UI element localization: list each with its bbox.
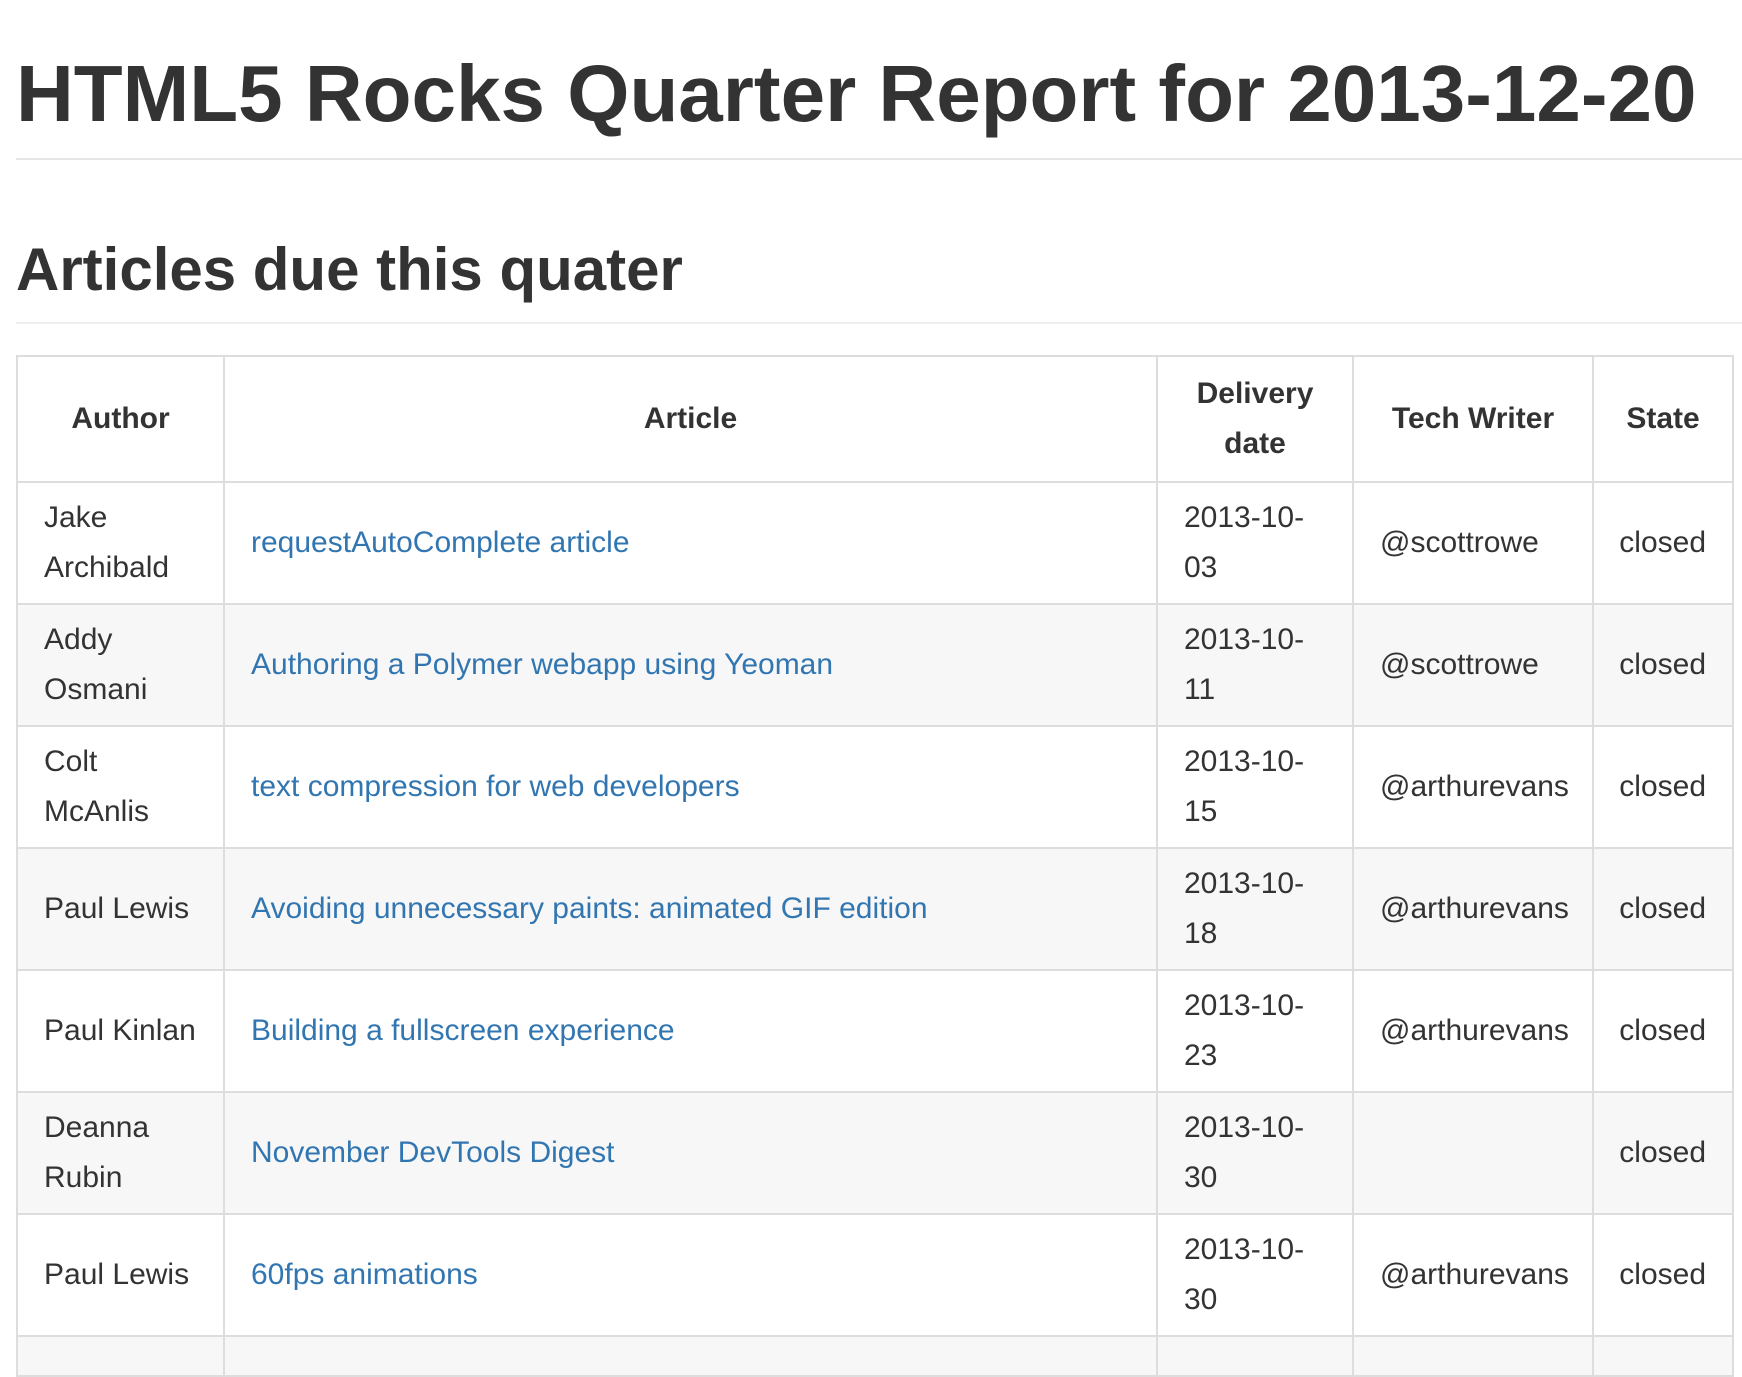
tech-writer-cell: @arthurevans xyxy=(1352,1213,1594,1337)
date-line1: 2013-10- xyxy=(1184,1233,1305,1266)
date-line2: 30 xyxy=(1184,1283,1218,1316)
delivery-date-cell: 2013-10- 11 xyxy=(1156,603,1354,727)
tech-writer-cell: @scottrowe xyxy=(1352,603,1594,727)
date-line2: 15 xyxy=(1184,795,1218,828)
table-row: Paul Kinlan Building a fullscreen experi… xyxy=(16,969,1734,1093)
article-link[interactable]: 60fps animations xyxy=(251,1258,478,1291)
state-cell: closed xyxy=(1592,1213,1734,1337)
date-line1: 2013-10- xyxy=(1184,501,1305,534)
section-title: Articles due this quater xyxy=(16,236,683,303)
tech-writer-cell: @scottrowe xyxy=(1352,481,1594,605)
tech-writer-cell: @arthurevans xyxy=(1352,725,1594,849)
date-line2: 18 xyxy=(1184,917,1218,950)
author-name-line1: Colt xyxy=(44,745,98,778)
table-row: Paul Lewis 60fps animations 2013-10- 30 … xyxy=(16,1213,1734,1337)
author-cell-empty xyxy=(16,1335,225,1377)
tech-writer-cell: @arthurevans xyxy=(1352,847,1594,971)
state-cell: closed xyxy=(1592,969,1734,1093)
header-author: Author xyxy=(16,355,225,483)
date-line1: 2013-10- xyxy=(1184,745,1305,778)
article-cell: Authoring a Polymer webapp using Yeoman xyxy=(223,603,1158,727)
delivery-date-cell: 2013-10- 15 xyxy=(1156,725,1354,849)
author-name-line2: McAnlis xyxy=(44,795,150,828)
state-cell: closed xyxy=(1592,603,1734,727)
date-line2: 03 xyxy=(1184,551,1218,584)
header-tech-writer: Tech Writer xyxy=(1352,355,1594,483)
author-cell: Paul Kinlan xyxy=(16,969,225,1093)
delivery-date-cell: 2013-10- 03 xyxy=(1156,481,1354,605)
page-title: HTML5 Rocks Quarter Report for 2013-12-2… xyxy=(16,49,1697,138)
table-row: Jake Archibald requestAutoComplete artic… xyxy=(16,481,1734,605)
header-delivery-date-line1: Delivery xyxy=(1196,377,1314,410)
date-line1: 2013-10- xyxy=(1184,623,1305,656)
date-line2: 11 xyxy=(1184,673,1216,706)
article-cell: Building a fullscreen experience xyxy=(223,969,1158,1093)
article-link[interactable]: text compression for web developers xyxy=(251,770,740,803)
author-name-line1: Deanna xyxy=(44,1111,150,1144)
delivery-date-cell: 2013-10- 23 xyxy=(1156,969,1354,1093)
article-cell: text compression for web developers xyxy=(223,725,1158,849)
article-cell-empty xyxy=(223,1335,1158,1377)
state-cell: closed xyxy=(1592,1091,1734,1215)
article-link[interactable]: Building a fullscreen experience xyxy=(251,1014,675,1047)
header-delivery-date: Delivery date xyxy=(1156,355,1354,483)
date-line2: 23 xyxy=(1184,1039,1218,1072)
article-cell: November DevTools Digest xyxy=(223,1091,1158,1215)
header-delivery-date-line2: date xyxy=(1224,427,1286,460)
state-cell: closed xyxy=(1592,725,1734,849)
state-cell: closed xyxy=(1592,847,1734,971)
delivery-date-cell: 2013-10- 30 xyxy=(1156,1091,1354,1215)
state-cell: closed xyxy=(1592,481,1734,605)
delivery-date-cell-empty xyxy=(1156,1335,1354,1377)
section-divider xyxy=(16,322,1742,324)
article-cell: requestAutoComplete article xyxy=(223,481,1158,605)
article-link[interactable]: November DevTools Digest xyxy=(251,1136,614,1169)
date-line2: 30 xyxy=(1184,1161,1218,1194)
author-name-line2: Rubin xyxy=(44,1161,123,1194)
author-cell: Paul Lewis xyxy=(16,1213,225,1337)
article-link[interactable]: Authoring a Polymer webapp using Yeoman xyxy=(251,648,833,681)
article-cell: Avoiding unnecessary paints: animated GI… xyxy=(223,847,1158,971)
author-cell: Paul Lewis xyxy=(16,847,225,971)
table-row: Colt McAnlis text compression for web de… xyxy=(16,725,1734,849)
article-cell: 60fps animations xyxy=(223,1213,1158,1337)
tech-writer-cell: @arthurevans xyxy=(1352,969,1594,1093)
tech-writer-cell xyxy=(1352,1091,1594,1215)
article-link[interactable]: requestAutoComplete article xyxy=(251,526,630,559)
author-cell: Jake Archibald xyxy=(16,481,225,605)
date-line1: 2013-10- xyxy=(1184,989,1305,1022)
articles-table: Author Article Delivery date Tech Writer… xyxy=(16,355,1734,1377)
table-row-partial xyxy=(16,1335,1734,1377)
date-line1: 2013-10- xyxy=(1184,1111,1305,1144)
header-state: State xyxy=(1592,355,1734,483)
author-cell: Deanna Rubin xyxy=(16,1091,225,1215)
table-row: Addy Osmani Authoring a Polymer webapp u… xyxy=(16,603,1734,727)
state-cell-empty xyxy=(1592,1335,1734,1377)
author-name-line2: Osmani xyxy=(44,673,148,706)
delivery-date-cell: 2013-10- 18 xyxy=(1156,847,1354,971)
date-line1: 2013-10- xyxy=(1184,867,1305,900)
header-article: Article xyxy=(223,355,1158,483)
article-link[interactable]: Avoiding unnecessary paints: animated GI… xyxy=(251,892,928,925)
author-name-line1: Jake xyxy=(44,501,108,534)
delivery-date-cell: 2013-10- 30 xyxy=(1156,1213,1354,1337)
title-divider xyxy=(16,158,1742,160)
report-page: HTML5 Rocks Quarter Report for 2013-12-2… xyxy=(0,0,1742,1377)
author-name-line1: Addy xyxy=(44,623,113,656)
author-name-line2: Archibald xyxy=(44,551,170,584)
table-row: Deanna Rubin November DevTools Digest 20… xyxy=(16,1091,1734,1215)
table-row: Paul Lewis Avoiding unnecessary paints: … xyxy=(16,847,1734,971)
author-cell: Colt McAnlis xyxy=(16,725,225,849)
table-header-row: Author Article Delivery date Tech Writer… xyxy=(16,355,1734,483)
tech-writer-cell-empty xyxy=(1352,1335,1594,1377)
author-cell: Addy Osmani xyxy=(16,603,225,727)
